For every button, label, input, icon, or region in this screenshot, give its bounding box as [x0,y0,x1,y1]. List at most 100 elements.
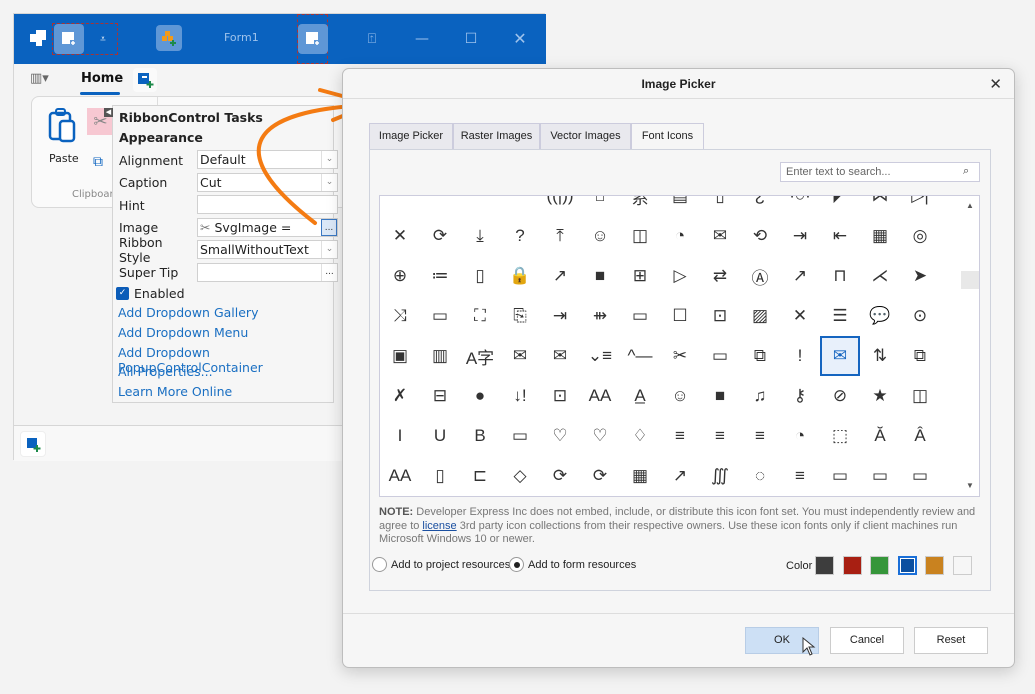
task-link[interactable]: Learn More Online [118,384,232,399]
font-icon[interactable]: ✉ [820,336,860,376]
font-icon[interactable]: 系 [620,196,660,216]
add-group-button[interactable] [156,25,182,51]
scroll-up-icon[interactable]: ▲ [966,201,974,210]
font-icon[interactable]: ✂ [660,336,700,376]
font-icon[interactable]: ⋈ [860,196,900,216]
color-swatch[interactable] [815,556,834,575]
enabled-checkbox-row[interactable]: ✓ Enabled [116,283,185,303]
task-field[interactable] [197,195,338,214]
font-icon[interactable]: ⟳ [580,456,620,496]
font-icon[interactable]: ⇥ [780,216,820,256]
tab-vector-images[interactable]: Vector Images [540,123,631,150]
close-button[interactable]: ✕ [508,28,532,50]
font-icon[interactable] [500,196,540,216]
font-icon[interactable]: ◫ [900,376,940,416]
color-swatch[interactable] [870,556,889,575]
icon-search-input[interactable]: Enter text to search... [780,162,980,182]
font-icon[interactable]: ⇤ [820,216,860,256]
font-icon[interactable]: ⊓ [820,256,860,296]
font-icon[interactable]: ☰ [820,296,860,336]
font-icon[interactable]: ✕ [380,216,420,256]
maximize-button[interactable]: ☐ [459,28,483,50]
font-icon[interactable]: ⋌ [860,256,900,296]
font-icon[interactable]: ⧉ [900,336,940,376]
font-icon[interactable]: ● [460,376,500,416]
font-icon[interactable] [460,196,500,216]
font-icon[interactable]: ↓! [500,376,540,416]
radio-project-resources[interactable]: Add to project resources [372,557,510,572]
font-icon[interactable]: ▭ [900,456,940,496]
font-icon[interactable]: ◤ [820,196,860,216]
font-icon[interactable]: ⊙ [900,296,940,336]
font-icon[interactable]: ▯ [700,196,740,216]
font-icon[interactable]: ⇄ [700,256,740,296]
task-field[interactable]: SmallWithoutText ⌄ [197,240,338,259]
font-icon[interactable]: ⧉ [740,336,780,376]
font-icon[interactable]: ♢ [620,416,660,456]
font-icon[interactable]: ⌄≡ [580,336,620,376]
font-icon[interactable]: Ⓐ [740,256,780,296]
font-icon[interactable]: ⌂ [580,196,620,216]
color-swatch[interactable] [925,556,944,575]
customize-chevron-icon[interactable]: ⩡ [94,28,112,50]
font-icon[interactable]: ↗ [660,456,700,496]
font-icon[interactable]: B [460,416,500,456]
font-icon[interactable]: ♡ [540,416,580,456]
font-icon[interactable]: ▷ [660,256,700,296]
font-icon[interactable]: ⊟ [420,376,460,416]
font-icon[interactable]: ⇻ [580,296,620,336]
font-icon[interactable]: ⟲ [740,216,780,256]
paste-label[interactable]: Paste [49,152,79,165]
dialog-close-button[interactable]: ✕ [989,75,1002,93]
chevron-down-icon[interactable]: ⌄ [321,241,337,258]
font-icon[interactable]: ☺ [580,216,620,256]
radio-form-resources[interactable]: Add to form resources [509,557,636,572]
font-icon[interactable]: ✉ [500,336,540,376]
font-icon[interactable]: ⊡ [540,376,580,416]
cancel-button[interactable]: Cancel [830,627,904,654]
font-icon[interactable]: ⛶ [460,296,500,336]
font-icon[interactable]: ▯ [460,256,500,296]
scroll-down-icon[interactable]: ▼ [966,481,974,490]
font-icon[interactable]: ⬚ [820,416,860,456]
tab-font-icons[interactable]: Font Icons [631,123,704,151]
font-icon[interactable]: ⊘ [820,376,860,416]
font-icon[interactable]: ◇ [500,456,540,496]
font-icon[interactable]: A字 [460,336,500,376]
font-icon[interactable]: ◫ [620,216,660,256]
font-icon[interactable]: A̲ [620,376,660,416]
task-field[interactable]: Cut ⌄ [197,172,338,192]
font-icon[interactable]: ◎ [900,216,940,256]
radio-circle[interactable] [372,557,387,572]
font-icon[interactable]: ♡ [580,416,620,456]
tab-image-picker[interactable]: Image Picker [369,123,453,150]
file-menu-icon[interactable]: ▥▾ [30,71,49,86]
enabled-checkbox[interactable]: ✓ [116,286,129,300]
font-icon[interactable]: ✕ [780,296,820,336]
font-icon[interactable]: ! [780,336,820,376]
font-icon[interactable]: ⟳ [420,216,460,256]
task-field[interactable]: ✂ SvgImage =... [197,217,338,237]
font-icon[interactable]: ★ [860,376,900,416]
font-icon[interactable]: ▤ [660,196,700,216]
font-icon[interactable]: ⎘ [500,296,540,336]
font-icon[interactable]: I [380,416,420,456]
font-icon[interactable]: ◌ [740,456,780,496]
font-icon[interactable]: ⤨ [380,296,420,336]
font-icon[interactable]: ▭ [620,296,660,336]
font-icon[interactable]: ✉ [540,336,580,376]
font-icon[interactable]: ■ [580,256,620,296]
font-icon[interactable]: ▣ [380,336,420,376]
paste-icon[interactable] [48,107,78,147]
add-page-button[interactable] [133,68,157,92]
font-icon[interactable]: ⤒ [540,216,580,256]
font-icon[interactable]: ⊏ [460,456,500,496]
font-icon[interactable]: ≡ [700,416,740,456]
font-icon[interactable]: ⊕ [380,256,420,296]
font-icon[interactable]: ✉ [700,216,740,256]
license-link[interactable]: license [422,520,456,532]
font-icon[interactable]: ■ [700,376,740,416]
font-icon[interactable] [380,196,420,216]
color-swatch[interactable] [842,556,862,575]
radio-circle-selected[interactable] [509,557,524,572]
